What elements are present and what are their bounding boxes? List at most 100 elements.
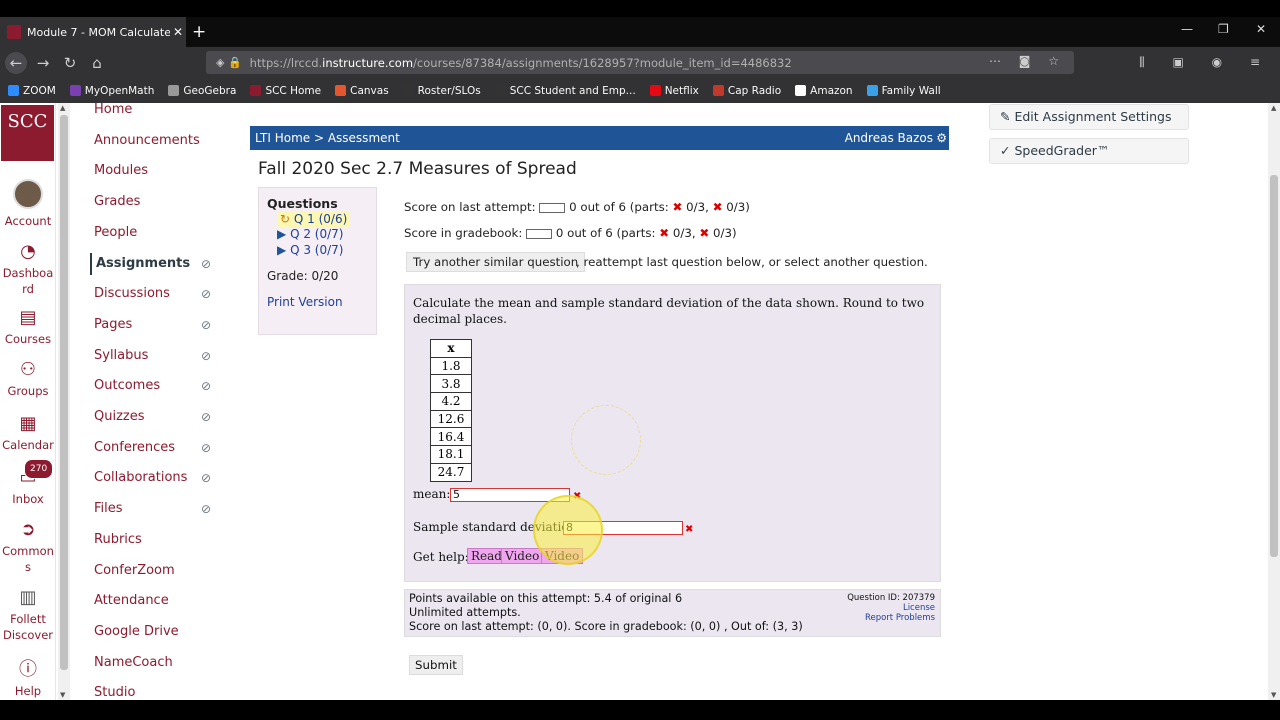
course-nav-item[interactable]: Outcomes [94,375,160,397]
bookmark-item[interactable]: SCC Student and Emp... [494,85,636,97]
course-nav-item[interactable]: Grades [94,191,140,213]
course-nav-item[interactable]: Conferences [94,437,175,459]
gnav-follett[interactable]: ▥ Follett Discover [0,587,56,643]
score-gradebook: Score in gradebook: 0 out of 6 (parts: ✖… [404,226,737,240]
scroll-thumb[interactable] [1270,175,1278,557]
forward-button[interactable]: → [32,52,54,74]
bookmark-item[interactable]: MyOpenMath [69,85,154,97]
back-button[interactable]: ← [5,52,27,74]
bookmark-item[interactable]: Cap Radio [712,85,781,97]
speedgrader-button[interactable]: ✓ SpeedGrader™ [989,138,1189,164]
tab-strip: Module 7 - MOM Calculate the ✕ + — ❐ ✕ [0,17,1280,47]
course-nav-item[interactable]: Attendance [94,590,169,612]
gnav-dashboard[interactable]: ◔ Dashboa rd [0,241,56,297]
scroll-down-icon[interactable]: ▼ [60,691,65,699]
hidden-eye-icon: ⊘ [201,256,212,271]
toolbar-icons[interactable]: ⫼ ▣ ◉ ≡ [1139,55,1272,70]
bookmark-label: GeoGebra [183,84,237,97]
help-video-button[interactable]: Video [501,548,544,564]
bookmark-label: Amazon [810,84,853,97]
bookmark-favicon-icon [250,85,262,96]
gnav-calendar[interactable]: ▦ Calendar [0,413,56,453]
scroll-up-icon[interactable]: ▲ [60,104,65,112]
gnav-commons[interactable]: ➲ Common s [0,519,56,575]
table-cell: 12.6 [430,409,472,429]
gnav-inbox[interactable]: ▭ 270 Inbox [0,459,56,507]
scroll-up-icon[interactable]: ▲ [1271,104,1276,112]
bookmark-label: SCC Home [265,84,322,97]
reload-button[interactable]: ↻ [59,52,81,74]
gnav-help[interactable]: ⓘ Help [0,659,56,699]
scroll-down-icon[interactable]: ▼ [1271,691,1276,699]
new-tab-button[interactable]: + [192,22,206,42]
gear-icon[interactable]: ⚙ [936,126,947,150]
course-nav-item[interactable]: Files [94,498,123,520]
course-nav-item[interactable]: Google Drive [94,621,179,643]
get-help-label: Get help: [413,550,469,564]
gnav-courses[interactable]: ▤ Courses [0,307,56,347]
course-nav-item[interactable]: NameCoach [94,652,173,674]
avatar [13,179,43,209]
minimize-icon[interactable]: — [1181,22,1193,36]
restore-icon[interactable]: ❐ [1218,22,1229,36]
close-tab-icon[interactable]: ✕ [170,25,186,39]
questions-header: Questions [267,196,338,211]
lti-breadcrumb[interactable]: LTI Home > Assessment [255,131,400,145]
gnav-groups[interactable]: ⚇ Groups [0,359,56,399]
bookmark-item[interactable]: Canvas [335,85,389,97]
question-link-2[interactable]: ▶ Q 2 (0/7) [277,226,368,243]
bookmark-item[interactable]: Netflix [649,85,699,97]
part-score: 0/3) [726,200,750,214]
window-top-strip [0,0,1280,17]
course-nav-item[interactable]: Assignments [90,252,190,275]
course-nav-item[interactable]: Syllabus [94,345,148,367]
bookmark-favicon-icon [402,85,414,96]
home-button[interactable]: ⌂ [86,52,108,74]
course-nav-item[interactable]: Announcements [94,130,200,152]
course-nav-item[interactable]: Home [94,99,132,121]
question-link-3[interactable]: ▶ Q 3 (0/7) [277,242,368,259]
score-bar [526,228,553,239]
course-nav-item[interactable]: Modules [94,160,148,182]
course-nav-item[interactable]: Collaborations [94,467,187,489]
bookmark-item[interactable]: Roster/SLOs [402,84,481,97]
course-nav-item[interactable]: Discussions [94,283,170,305]
score-value: 0 out of 6 (parts: [555,226,656,240]
submit-button[interactable]: Submit [409,655,463,675]
bookmark-item[interactable]: Family Wall [866,85,941,97]
bookmark-item[interactable]: SCC Home [250,85,321,97]
bookmark-item[interactable]: ZOOM [8,85,56,97]
bookmark-favicon-icon [8,85,19,96]
course-nav-item[interactable]: Pages [94,314,132,336]
course-nav-item[interactable]: ConferZoom [94,560,175,582]
browser-tab[interactable]: Module 7 - MOM Calculate the ✕ [0,17,186,47]
bookmark-label: Roster/SLOs [417,84,481,97]
wrong-icon: ✖ [672,200,683,214]
lti-user-name[interactable]: Andreas Bazos [845,126,933,150]
table-cell: 4.2 [430,392,472,411]
edit-assignment-settings-button[interactable]: ✎ Edit Assignment Settings [989,104,1189,130]
gnav-account[interactable]: Account [0,179,56,229]
course-nav-item[interactable]: Rubrics [94,529,142,551]
license-link[interactable]: License [847,603,935,613]
table-cell: 18.1 [430,445,472,464]
try-similar-button[interactable]: Try another similar question [406,252,586,272]
print-version-link[interactable]: Print Version [267,295,368,309]
global-nav-scrollbar[interactable]: ▲ ▼ [58,103,70,700]
grade-text: Grade: 0/20 [267,268,339,283]
bookmark-favicon-icon [494,85,506,96]
page-scrollbar[interactable]: ▲ ▼ [1268,103,1280,700]
question-label: Q 2 (0/7) [290,226,344,241]
url-bar[interactable]: ◈ 🔒 https://lrccd. instructure.com /cour… [206,51,1074,74]
bookmark-item[interactable]: Amazon [795,84,853,97]
window-close-icon[interactable]: ✕ [1256,22,1266,36]
gnav-label: Courses [4,332,52,346]
scc-logo[interactable]: SCC [1,105,54,161]
page-actions-icon[interactable]: ⋯ ◙ ☆ [989,54,1066,68]
bookmark-item[interactable]: GeoGebra [168,85,236,97]
scroll-thumb[interactable] [60,115,68,670]
pencil-icon: ✎ [1000,109,1011,124]
course-nav-item[interactable]: People [94,222,137,244]
report-problems-link[interactable]: Report Problems [847,613,935,623]
course-nav-item[interactable]: Quizzes [94,406,145,428]
